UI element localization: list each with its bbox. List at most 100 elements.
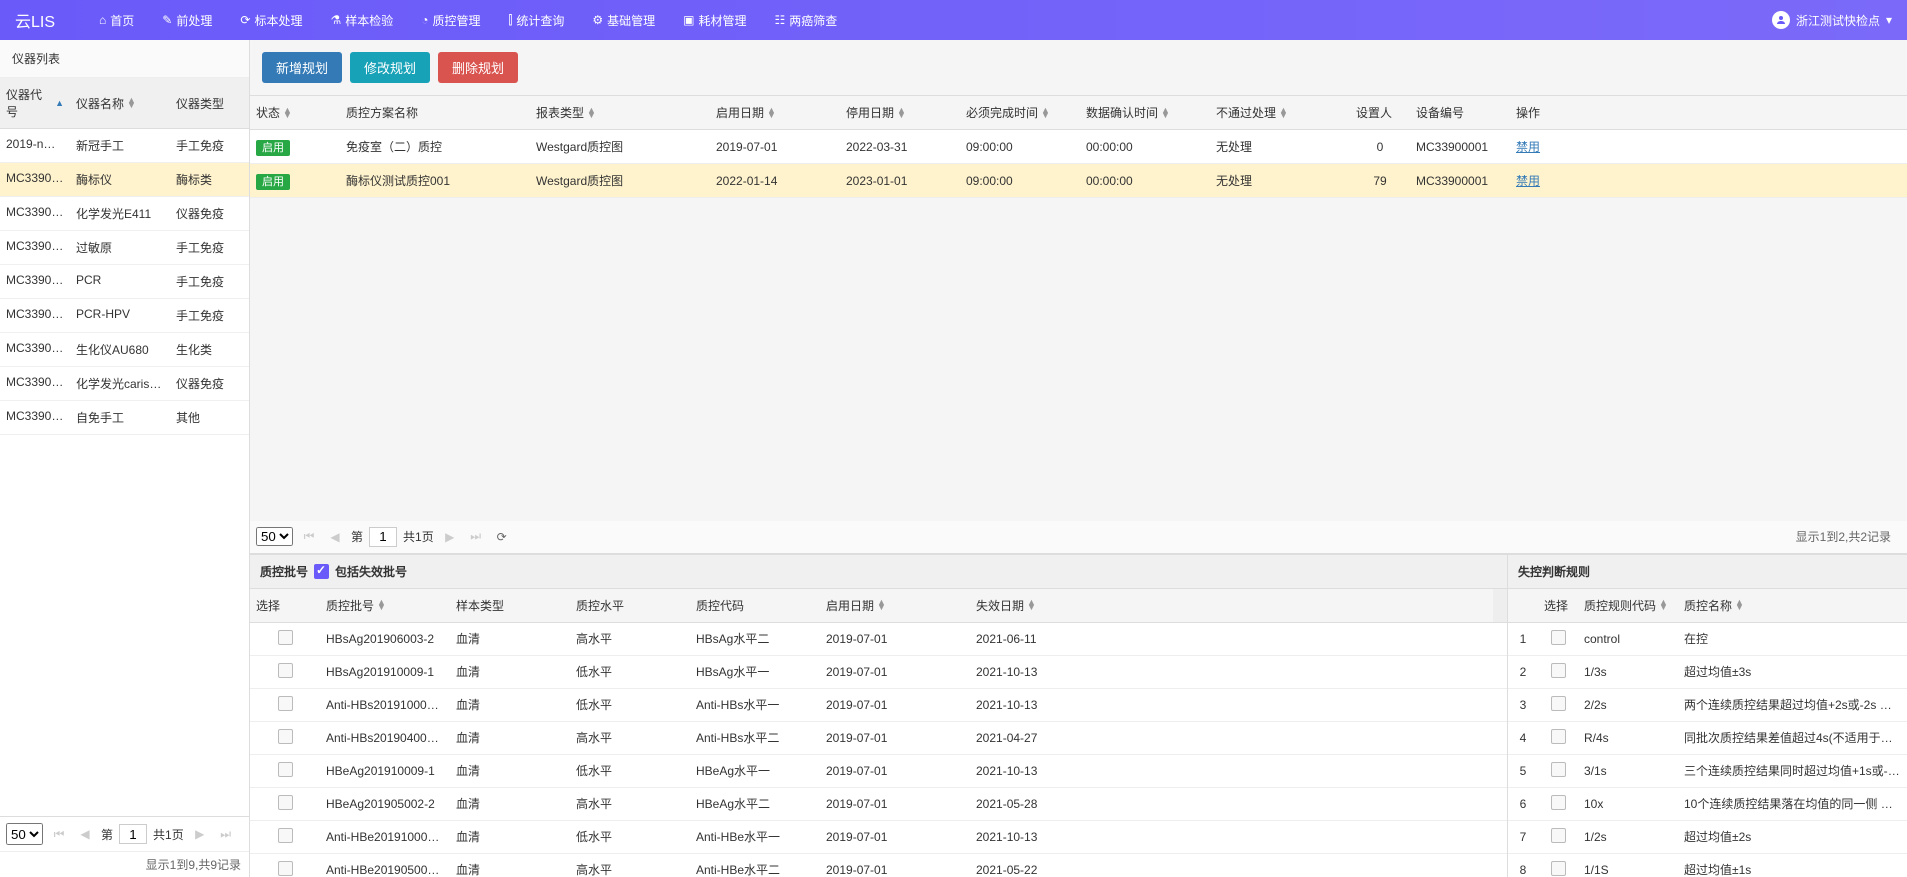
col-lot[interactable]: 质控批号▲▼ [320,589,450,622]
lot-row[interactable]: HBeAg201905002-2血清高水平HBeAg水平二2019-07-012… [250,788,1507,821]
rule-checkbox[interactable] [1551,663,1566,678]
col-must-time[interactable]: 必须完成时间▲▼ [960,96,1080,129]
delete-plan-button[interactable]: 删除规划 [438,52,518,83]
prev-page-icon[interactable]: ◀ [75,824,95,844]
prev-page-icon[interactable]: ◀ [325,527,345,547]
first-page-icon[interactable]: ⏮ [49,824,69,844]
lot-checkbox[interactable] [278,828,293,843]
instrument-row[interactable]: 2019-nCoV新冠手工手工免疫 [0,129,249,163]
nav-8[interactable]: ☷两癌筛查 [761,0,852,40]
lot-checkbox[interactable] [278,762,293,777]
col-status[interactable]: 状态▲▼ [250,96,340,129]
lot-checkbox[interactable] [278,630,293,645]
first-page-icon[interactable]: ⏮ [299,527,319,547]
disable-link[interactable]: 禁用 [1516,140,1540,154]
include-invalid-checkbox[interactable] [314,564,329,579]
rule-checkbox[interactable] [1551,828,1566,843]
nav-4[interactable]: ◔质控管理 [407,0,494,40]
sidebar-header: 仪器代号▲ 仪器名称▲▼ 仪器类型 [0,78,249,129]
edit-plan-button[interactable]: 修改规划 [350,52,430,83]
add-plan-button[interactable]: 新增规划 [262,52,342,83]
rule-row[interactable]: 610x10个连续质控结果落在均值的同一侧 或 两个质 [1508,788,1907,821]
instrument-sidebar: 仪器列表 仪器代号▲ 仪器名称▲▼ 仪器类型 2019-nCoV新冠手工手工免疫… [0,40,250,877]
lot-row[interactable]: Anti-HBs201910009-1血清低水平Anti-HBs水平一2019-… [250,689,1507,722]
rule-row[interactable]: 1control在控 [1508,623,1907,656]
rule-checkbox[interactable] [1551,696,1566,711]
nav-icon: ⚗ [330,13,341,27]
col-rule-name[interactable]: 质控名称▲▼ [1678,589,1907,622]
plan-row[interactable]: 启用免疫室（二）质控Westgard质控图2019-07-012022-03-3… [250,130,1907,164]
instrument-row[interactable]: MC33900001酶标仪酶标类 [0,163,249,197]
col-fail-proc[interactable]: 不通过处理▲▼ [1210,96,1350,129]
rule-checkbox[interactable] [1551,861,1566,876]
lot-checkbox[interactable] [278,861,293,876]
lot-row[interactable]: Anti-HBs201904002-2血清高水平Anti-HBs水平二2019-… [250,722,1507,755]
mid-page-size-select[interactable]: 50 [256,527,293,546]
col-confirm-time[interactable]: 数据确认时间▲▼ [1080,96,1210,129]
rule-row[interactable]: 81/1S超过均值±1s [1508,854,1907,877]
instrument-row[interactable]: MC33900004PCR手工免疫 [0,265,249,299]
lot-checkbox[interactable] [278,795,293,810]
main-nav: ⌂首页✎前处理⟳标本处理⚗样本检验◔质控管理⫿统计查询⚙基础管理▣耗材管理☷两癌… [85,0,1772,40]
col-plan-name[interactable]: 质控方案名称 [340,96,530,129]
col-sample-type[interactable]: 样本类型 [450,589,570,622]
rule-row[interactable]: 53/1s三个连续质控结果同时超过均值+1s或-1s 或 三 [1508,755,1907,788]
col-end-date[interactable]: 停用日期▲▼ [840,96,960,129]
next-page-icon[interactable]: ▶ [440,527,460,547]
page-size-select[interactable]: 50 [6,823,43,845]
rule-checkbox[interactable] [1551,762,1566,777]
nav-7[interactable]: ▣耗材管理 [669,0,760,40]
nav-1[interactable]: ✎前处理 [148,0,226,40]
col-start-date[interactable]: 启用日期▲▼ [710,96,840,129]
nav-0[interactable]: ⌂首页 [85,0,148,40]
instrument-row[interactable]: MC33900008自免手工其他 [0,401,249,435]
lot-checkbox[interactable] [278,663,293,678]
rule-checkbox[interactable] [1551,795,1566,810]
lot-row[interactable]: HBsAg201910009-1血清低水平HBsAg水平一2019-07-012… [250,656,1507,689]
user-menu[interactable]: 浙江测试快检点 ▾ [1772,11,1892,29]
mid-page-input[interactable] [369,527,397,547]
nav-icon: ⟳ [240,13,250,27]
rule-row[interactable]: 4R/4s同批次质控结果差值超过4s(不适用于同一个质 [1508,722,1907,755]
nav-3[interactable]: ⚗样本检验 [316,0,407,40]
disable-link[interactable]: 禁用 [1516,174,1540,188]
col-instrument-code[interactable]: 仪器代号▲ [0,78,70,128]
col-report-type[interactable]: 报表类型▲▼ [530,96,710,129]
col-lot-sdate[interactable]: 启用日期▲▼ [820,589,970,622]
col-instrument-type[interactable]: 仪器类型 [170,78,249,128]
col-set-by[interactable]: 设置人 [1350,96,1410,129]
col-instrument-name[interactable]: 仪器名称▲▼ [70,78,170,128]
instrument-row[interactable]: MC33900006生化仪AU680生化类 [0,333,249,367]
rule-checkbox[interactable] [1551,729,1566,744]
instrument-row[interactable]: MC33900002化学发光E411仪器免疫 [0,197,249,231]
instrument-row[interactable]: MC33900007化学发光caris200仪器免疫 [0,367,249,401]
plan-row[interactable]: 启用酶标仪测试质控001Westgard质控图2022-01-142023-01… [250,164,1907,198]
rule-row[interactable]: 71/2s超过均值±2s [1508,821,1907,854]
nav-2[interactable]: ⟳标本处理 [226,0,316,40]
page-input[interactable] [119,824,147,844]
lot-row[interactable]: HBeAg201910009-1血清低水平HBeAg水平一2019-07-012… [250,755,1507,788]
nav-5[interactable]: ⫿统计查询 [495,0,579,40]
status-badge: 启用 [256,140,290,156]
include-invalid-label: 包括失效批号 [335,563,407,580]
col-qc-code[interactable]: 质控代码 [690,589,820,622]
instrument-row[interactable]: MC33900003过敏原手工免疫 [0,231,249,265]
col-rule-code[interactable]: 质控规则代码▲▼ [1578,589,1678,622]
lot-row[interactable]: Anti-HBe201910009-1血清低水平Anti-HBe水平一2019-… [250,821,1507,854]
rule-row[interactable]: 32/2s两个连续质控结果超过均值+2s或-2s 或 两个质 [1508,689,1907,722]
col-level[interactable]: 质控水平 [570,589,690,622]
refresh-icon[interactable]: ⟳ [492,527,512,547]
col-lot-edate[interactable]: 失效日期▲▼ [970,589,1493,622]
rule-checkbox[interactable] [1551,630,1566,645]
col-device[interactable]: 设备编号 [1410,96,1510,129]
nav-6[interactable]: ⚙基础管理 [578,0,669,40]
next-page-icon[interactable]: ▶ [190,824,210,844]
lot-checkbox[interactable] [278,729,293,744]
last-page-icon[interactable]: ⏭ [216,824,236,844]
last-page-icon[interactable]: ⏭ [466,527,486,547]
lot-checkbox[interactable] [278,696,293,711]
lot-row[interactable]: Anti-HBe201905002-2血清高水平Anti-HBe水平二2019-… [250,854,1507,877]
rule-row[interactable]: 21/3s超过均值±3s [1508,656,1907,689]
instrument-row[interactable]: MC33900005PCR-HPV手工免疫 [0,299,249,333]
lot-row[interactable]: HBsAg201906003-2血清高水平HBsAg水平二2019-07-012… [250,623,1507,656]
